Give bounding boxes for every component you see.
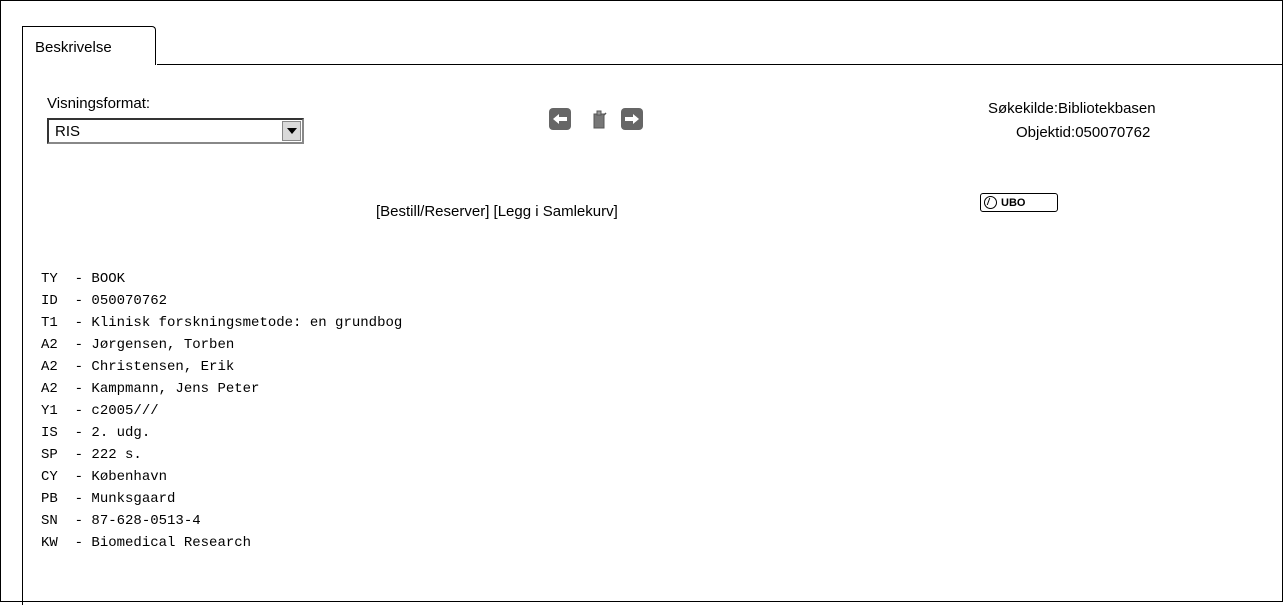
format-select-value: RIS bbox=[55, 123, 81, 140]
ris-row: IS - 2. udg. bbox=[41, 422, 402, 444]
ris-tag: SP bbox=[41, 447, 58, 463]
object-id-label: Objektid: bbox=[1016, 124, 1076, 141]
ris-separator: - bbox=[57, 491, 92, 507]
ris-value: 050070762 bbox=[91, 293, 168, 309]
ris-tag: A2 bbox=[41, 359, 58, 375]
ris-record: TY - BOOK ID - 050070762 T1 - Klinisk fors… bbox=[41, 268, 402, 554]
ris-row: ID - 050070762 bbox=[41, 290, 402, 312]
ris-separator: - bbox=[57, 381, 92, 397]
ris-row: PB - Munksgaard bbox=[41, 488, 402, 510]
ris-value: Jørgensen, Torben bbox=[91, 337, 235, 353]
search-source-label: Søkekilde: bbox=[988, 100, 1059, 117]
ris-separator: - bbox=[57, 271, 92, 287]
ris-separator: - bbox=[57, 447, 92, 463]
ris-row: T1 - Klinisk forskningsmetode: en grundb… bbox=[41, 312, 402, 334]
object-id-value: 050070762 bbox=[1075, 124, 1151, 141]
ris-tag: A2 bbox=[41, 337, 58, 353]
ris-value: 222 s. bbox=[91, 447, 142, 463]
ris-separator: - bbox=[57, 403, 92, 419]
ris-value: 87-628-0513-4 bbox=[91, 513, 201, 529]
ris-separator: - bbox=[57, 469, 92, 485]
ris-value: Christensen, Erik bbox=[91, 359, 235, 375]
format-label: Visningsformat: bbox=[47, 95, 151, 112]
record-actions: [Bestill/Reserver] [Legg i Samlekurv] bbox=[376, 203, 618, 220]
add-to-basket-link[interactable]: [Legg i Samlekurv] bbox=[494, 203, 618, 220]
ris-tag: ID bbox=[41, 293, 58, 309]
ris-row: Y1 - c2005/// bbox=[41, 400, 402, 422]
ris-separator: - bbox=[57, 359, 92, 375]
ubo-label: UBO bbox=[1001, 196, 1026, 209]
ris-row: CY - København bbox=[41, 466, 402, 488]
chevron-down-icon[interactable] bbox=[282, 121, 301, 141]
ris-tag: SN bbox=[41, 513, 58, 529]
order-reserve-link[interactable]: [Bestill/Reserver] bbox=[376, 203, 489, 220]
ris-value: Kampmann, Jens Peter bbox=[91, 381, 260, 397]
search-source: Søkekilde:Bibliotekbasen bbox=[988, 100, 1156, 117]
ris-value: Biomedical Research bbox=[91, 535, 252, 551]
search-source-value: Bibliotekbasen bbox=[1058, 100, 1156, 117]
tab-beskrivelse[interactable]: Beskrivelse bbox=[22, 26, 156, 65]
ubo-link-button[interactable]: UBO bbox=[980, 193, 1058, 212]
tab-divider bbox=[157, 64, 1283, 65]
ris-row: TY - BOOK bbox=[41, 268, 402, 290]
ris-tag: Y1 bbox=[41, 403, 58, 419]
ris-separator: - bbox=[57, 337, 92, 353]
ris-separator: - bbox=[57, 513, 92, 529]
ris-tag: KW bbox=[41, 535, 58, 551]
ris-row: A2 - Kampmann, Jens Peter bbox=[41, 378, 402, 400]
ris-tag: A2 bbox=[41, 381, 58, 397]
ris-row: SN - 87-628-0513-4 bbox=[41, 510, 402, 532]
ris-row: A2 - Christensen, Erik bbox=[41, 356, 402, 378]
ris-separator: - bbox=[57, 293, 92, 309]
arrow-left-icon bbox=[553, 114, 567, 124]
ris-tag: CY bbox=[41, 469, 58, 485]
ris-tag: IS bbox=[41, 425, 58, 441]
object-id: Objektid:050070762 bbox=[1016, 124, 1150, 141]
ris-row: A2 - Jørgensen, Torben bbox=[41, 334, 402, 356]
ris-row: SP - 222 s. bbox=[41, 444, 402, 466]
ris-value: København bbox=[91, 469, 168, 485]
ris-row: KW - Biomedical Research bbox=[41, 532, 402, 554]
ris-value: 2. udg. bbox=[91, 425, 151, 441]
ris-tag: TY bbox=[41, 271, 58, 287]
ubo-logo-icon bbox=[984, 196, 997, 209]
clipboard-icon[interactable] bbox=[593, 108, 607, 130]
ris-separator: - bbox=[57, 535, 92, 551]
ris-value: c2005/// bbox=[91, 403, 159, 419]
ris-separator: - bbox=[57, 315, 92, 331]
ris-tag: T1 bbox=[41, 315, 58, 331]
content-border bbox=[22, 65, 23, 605]
ris-value: BOOK bbox=[91, 271, 126, 287]
format-select[interactable]: RIS bbox=[47, 118, 304, 144]
ris-value: Munksgaard bbox=[91, 491, 176, 507]
previous-record-button[interactable] bbox=[549, 108, 571, 130]
ris-value: Klinisk forskningsmetode: en grundbog bbox=[91, 315, 403, 331]
ris-tag: PB bbox=[41, 491, 58, 507]
next-record-button[interactable] bbox=[621, 108, 643, 130]
arrow-right-icon bbox=[625, 114, 639, 124]
ris-separator: - bbox=[57, 425, 92, 441]
